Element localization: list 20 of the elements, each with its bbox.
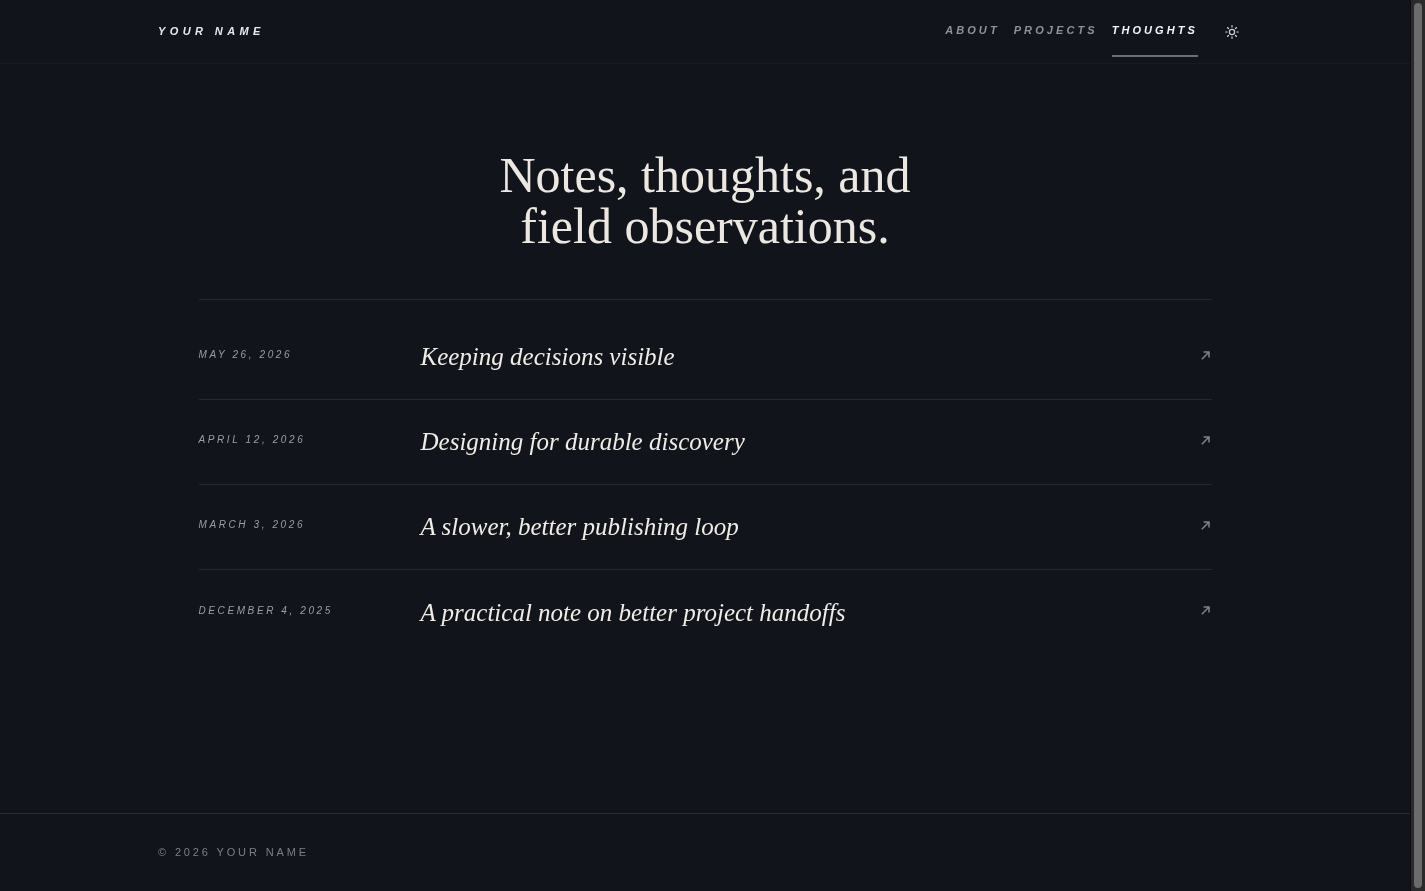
post-date: MAY 26, 2026: [198, 348, 294, 362]
nav-link[interactable]: PROJECTS: [1013, 0, 1098, 57]
post-date: DECEMBER 4, 2025: [198, 603, 334, 618]
post-date: MARCH 3, 2026: [198, 518, 307, 532]
copyright-text: © 2026 YOUR NAME: [158, 845, 309, 861]
nav-link[interactable]: ABOUT: [945, 0, 1000, 57]
arrow-icon: [1200, 520, 1210, 530]
post-date: APRIL 12, 2026: [198, 433, 307, 447]
arrow-icon: [1200, 435, 1210, 445]
arrow-icon: [1200, 350, 1210, 360]
post-title-link[interactable]: Designing for durable discovery: [420, 426, 745, 458]
page-heading: Notes, thoughts, and field observations.: [498, 150, 912, 252]
post-title-link[interactable]: Keeping decisions visible: [420, 341, 675, 373]
post-title-link[interactable]: A slower, better publishing loop: [420, 511, 739, 543]
arrow-icon: [1200, 606, 1210, 615]
site-title-link[interactable]: YOUR NAME: [158, 23, 265, 40]
post-title-link[interactable]: A practical note on better project handoffs: [420, 596, 846, 629]
nav-link[interactable]: THOUGHTS: [1111, 0, 1198, 57]
scrollbar-thumb[interactable]: [1414, 3, 1422, 888]
sun-icon: [1225, 24, 1239, 39]
